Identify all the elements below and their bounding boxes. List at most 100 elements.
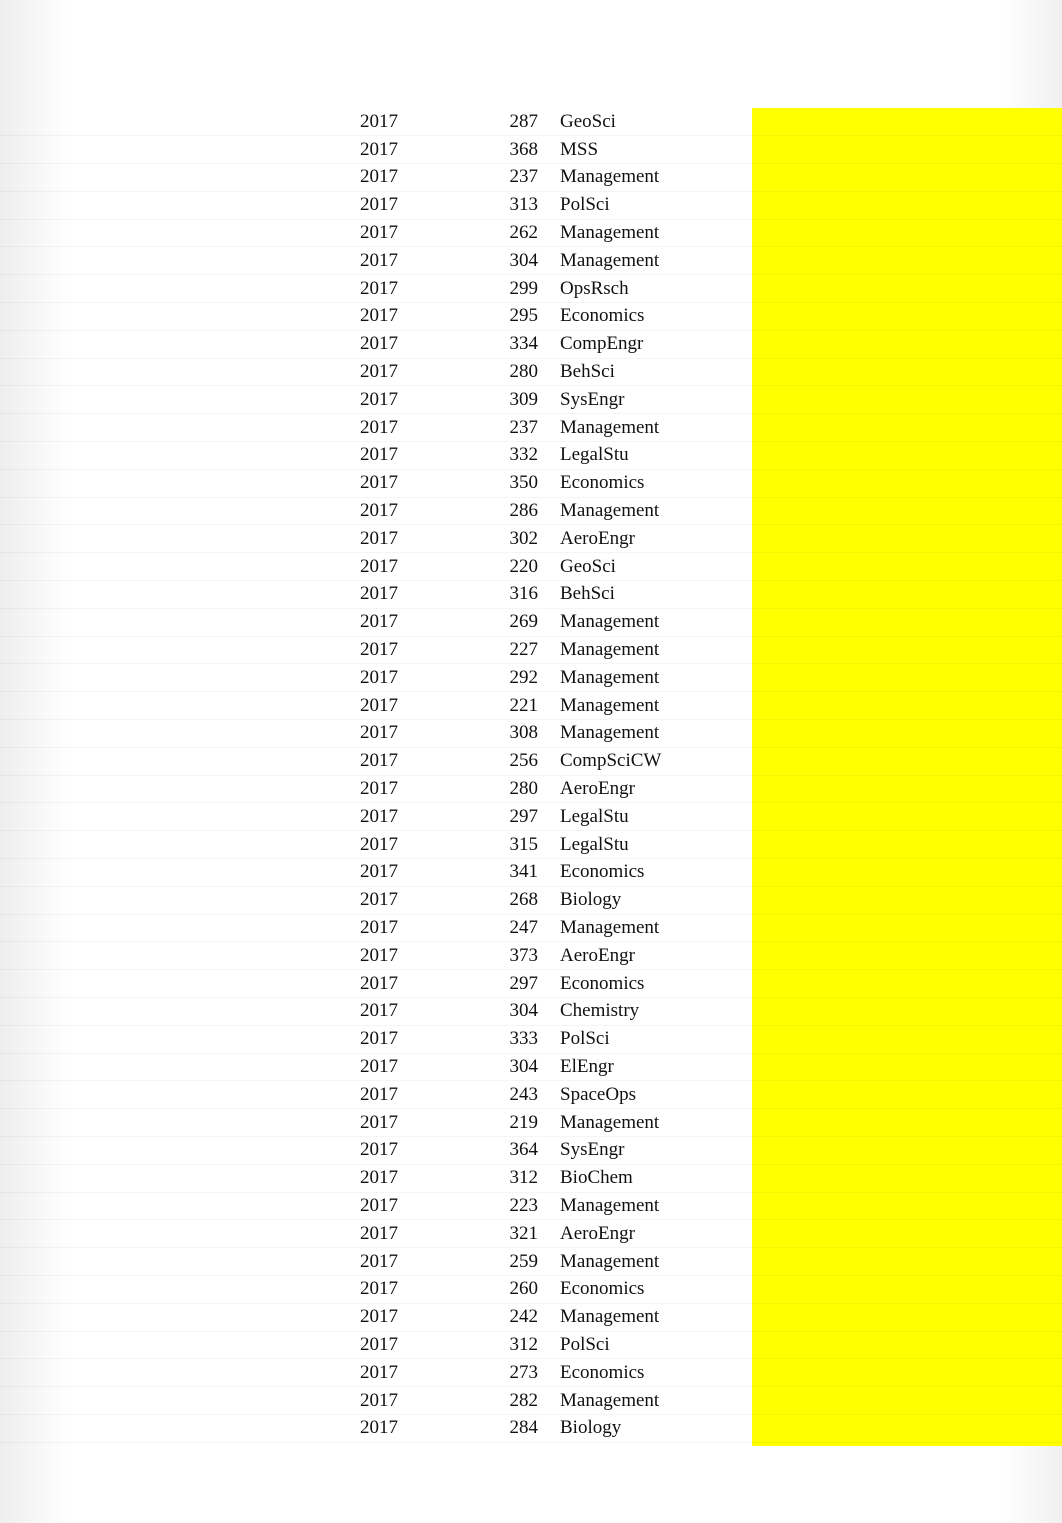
blank-cell [0,803,360,831]
label-cell: AeroEngr [560,525,720,553]
label-cell: PolSci [560,191,720,219]
table-row: 2017269Management [0,608,1062,636]
blank-cell [0,164,360,192]
label-cell: BehSci [560,358,720,386]
blank-cell [720,386,1062,414]
table-row: 2017364SysEngr [0,1136,1062,1164]
blank-cell [0,386,360,414]
gap-cell [538,886,560,914]
blank-cell [720,720,1062,748]
label-cell: AeroEngr [560,1220,720,1248]
blank-cell [0,303,360,331]
table-row: 2017242Management [0,1303,1062,1331]
gap-cell [538,1220,560,1248]
table-row: 2017220GeoSci [0,553,1062,581]
value-cell: 247 [480,914,538,942]
value-cell: 316 [480,581,538,609]
blank-cell [0,358,360,386]
value-cell: 282 [480,1387,538,1415]
table-row: 2017280BehSci [0,358,1062,386]
table-row: 2017321AeroEngr [0,1220,1062,1248]
label-cell: Biology [560,1414,720,1442]
blank-cell [0,469,360,497]
blank-cell [0,553,360,581]
data-table: 2017287GeoSci2017368MSS2017237Management… [0,108,1062,1443]
blank-cell [720,108,1062,136]
blank-cell [0,1303,360,1331]
label-cell: LegalStu [560,803,720,831]
blank-cell [720,636,1062,664]
value-cell: 256 [480,747,538,775]
gap-cell [538,1025,560,1053]
label-cell: SysEngr [560,386,720,414]
table-row: 2017247Management [0,914,1062,942]
value-cell: 297 [480,803,538,831]
value-cell: 221 [480,692,538,720]
year-cell: 2017 [360,1192,480,1220]
blank-cell [720,136,1062,164]
value-cell: 350 [480,469,538,497]
value-cell: 269 [480,608,538,636]
blank-cell [0,219,360,247]
value-cell: 297 [480,970,538,998]
blank-cell [720,1025,1062,1053]
year-cell: 2017 [360,525,480,553]
label-cell: SysEngr [560,1136,720,1164]
value-cell: 312 [480,1331,538,1359]
blank-cell [720,1331,1062,1359]
blank-cell [0,747,360,775]
year-cell: 2017 [360,914,480,942]
value-cell: 227 [480,636,538,664]
gap-cell [538,219,560,247]
label-cell: Economics [560,970,720,998]
label-cell: Management [560,1248,720,1276]
blank-cell [0,581,360,609]
blank-cell [720,1081,1062,1109]
gap-cell [538,191,560,219]
year-cell: 2017 [360,942,480,970]
gap-cell [538,136,560,164]
blank-cell [720,1275,1062,1303]
label-cell: SpaceOps [560,1081,720,1109]
table-row: 2017256CompSciCW [0,747,1062,775]
label-cell: Management [560,219,720,247]
table-row: 2017313PolSci [0,191,1062,219]
table-row: 2017302AeroEngr [0,525,1062,553]
blank-cell [720,1136,1062,1164]
label-cell: LegalStu [560,831,720,859]
year-cell: 2017 [360,1053,480,1081]
year-cell: 2017 [360,275,480,303]
gap-cell [538,386,560,414]
gap-cell [538,1248,560,1276]
value-cell: 368 [480,136,538,164]
value-cell: 292 [480,664,538,692]
blank-cell [720,275,1062,303]
gap-cell [538,108,560,136]
label-cell: BioChem [560,1164,720,1192]
year-cell: 2017 [360,1387,480,1415]
gap-cell [538,1359,560,1387]
table-row: 2017284Biology [0,1414,1062,1442]
label-cell: Management [560,414,720,442]
blank-cell [720,1359,1062,1387]
gap-cell [538,831,560,859]
table-row: 2017260Economics [0,1275,1062,1303]
value-cell: 299 [480,275,538,303]
blank-cell [720,747,1062,775]
blank-cell [0,1053,360,1081]
year-cell: 2017 [360,1025,480,1053]
gap-cell [538,1387,560,1415]
blank-cell [0,1220,360,1248]
label-cell: GeoSci [560,108,720,136]
year-cell: 2017 [360,636,480,664]
label-cell: Management [560,608,720,636]
year-cell: 2017 [360,330,480,358]
year-cell: 2017 [360,664,480,692]
year-cell: 2017 [360,414,480,442]
value-cell: 364 [480,1136,538,1164]
blank-cell [0,1331,360,1359]
table-row: 2017297LegalStu [0,803,1062,831]
table-row: 2017299OpsRsch [0,275,1062,303]
blank-cell [720,775,1062,803]
blank-cell [720,692,1062,720]
